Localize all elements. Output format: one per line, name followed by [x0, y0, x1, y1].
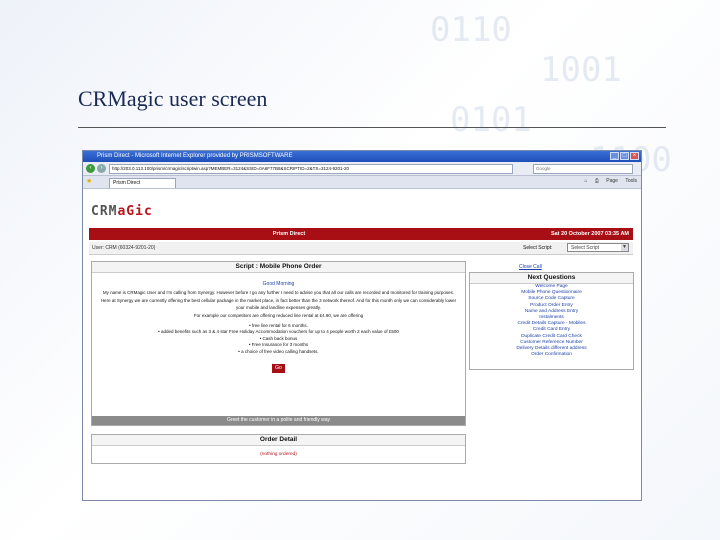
- print-icon[interactable]: ⎙: [595, 178, 599, 184]
- browser-screenshot: Prism Direct - Microsoft Internet Explor…: [82, 150, 642, 501]
- script-greeting: Good Morning: [262, 281, 295, 287]
- user-line: User: CRM (60324-9201-20) Select Script:…: [89, 242, 633, 255]
- favorites-star-icon[interactable]: ★: [86, 178, 92, 186]
- script-paragraph-3: For example our competitors are offering…: [193, 313, 364, 318]
- banner-bar: Prism Direct Sat 20 October 2007 03:35 A…: [89, 228, 633, 240]
- slide-title: CRMagic user screen: [78, 86, 268, 111]
- page-menu[interactable]: Page: [606, 178, 618, 184]
- user-label: User: CRM (60324-9201-20): [92, 245, 156, 251]
- address-field[interactable]: http://203.0.113.100/prism/crmagic/scrip…: [109, 164, 513, 174]
- minimize-icon[interactable]: _: [610, 152, 619, 160]
- next-questions-panel: Next Questions Welcome Page Mobile Phone…: [469, 272, 634, 370]
- chevron-down-icon: ▼: [621, 244, 628, 251]
- select-script-label: Select Script:: [523, 245, 553, 251]
- crmagic-logo: CRMaGic: [91, 204, 153, 219]
- forward-arrow-icon[interactable]: ›: [97, 164, 106, 173]
- script-paragraph-2: Here at Synergy we are currently offerin…: [100, 298, 457, 310]
- close-icon[interactable]: ×: [630, 152, 639, 160]
- go-button[interactable]: Go: [272, 364, 285, 373]
- title-divider: [78, 127, 666, 128]
- home-icon[interactable]: ⌂: [584, 178, 587, 184]
- script-header: Script : Mobile Phone Order: [92, 262, 465, 273]
- order-empty-text: (nothing ordered): [260, 452, 297, 457]
- window-title: Prism Direct - Microsoft Internet Explor…: [97, 153, 293, 159]
- question-link-confirmation[interactable]: Order Confirmation: [470, 352, 633, 358]
- close-call-link[interactable]: Close Call: [519, 264, 542, 270]
- script-paragraph-1: My name is CRMagic User and I'm calling …: [102, 289, 455, 295]
- address-bar-row: ‹ › http://203.0.113.100/prism/crmagic/s…: [83, 162, 641, 176]
- next-questions-header: Next Questions: [470, 273, 633, 284]
- script-panel: Script : Mobile Phone Order Good Morning…: [91, 261, 466, 426]
- script-instruction: Greet the customer in a polite and frien…: [92, 416, 465, 425]
- browser-tab[interactable]: Prism Direct: [109, 178, 176, 188]
- list-item: a choice of free video calling handsets.: [92, 349, 465, 356]
- browser-title-bar: Prism Direct - Microsoft Internet Explor…: [83, 151, 641, 162]
- order-detail-header: Order Detail: [92, 435, 465, 446]
- banner-date: Sat 20 October 2007 03:35 AM: [550, 231, 629, 237]
- order-detail-panel: Order Detail (nothing ordered): [91, 434, 466, 464]
- maximize-icon[interactable]: □: [620, 152, 629, 160]
- select-script-dropdown[interactable]: Select Script ▼: [567, 243, 629, 252]
- tools-menu[interactable]: Tools: [625, 178, 637, 184]
- back-arrow-icon[interactable]: ‹: [86, 164, 95, 173]
- banner-title: Prism Direct: [272, 231, 306, 237]
- command-bar: ⌂ ⎙ Page Tools: [578, 178, 637, 184]
- offer-list: free line rental for 6 months. added ben…: [92, 323, 465, 356]
- search-field[interactable]: Google: [533, 164, 633, 174]
- crmagic-page: CRMaGic Prism Direct Sat 20 October 2007…: [87, 188, 637, 498]
